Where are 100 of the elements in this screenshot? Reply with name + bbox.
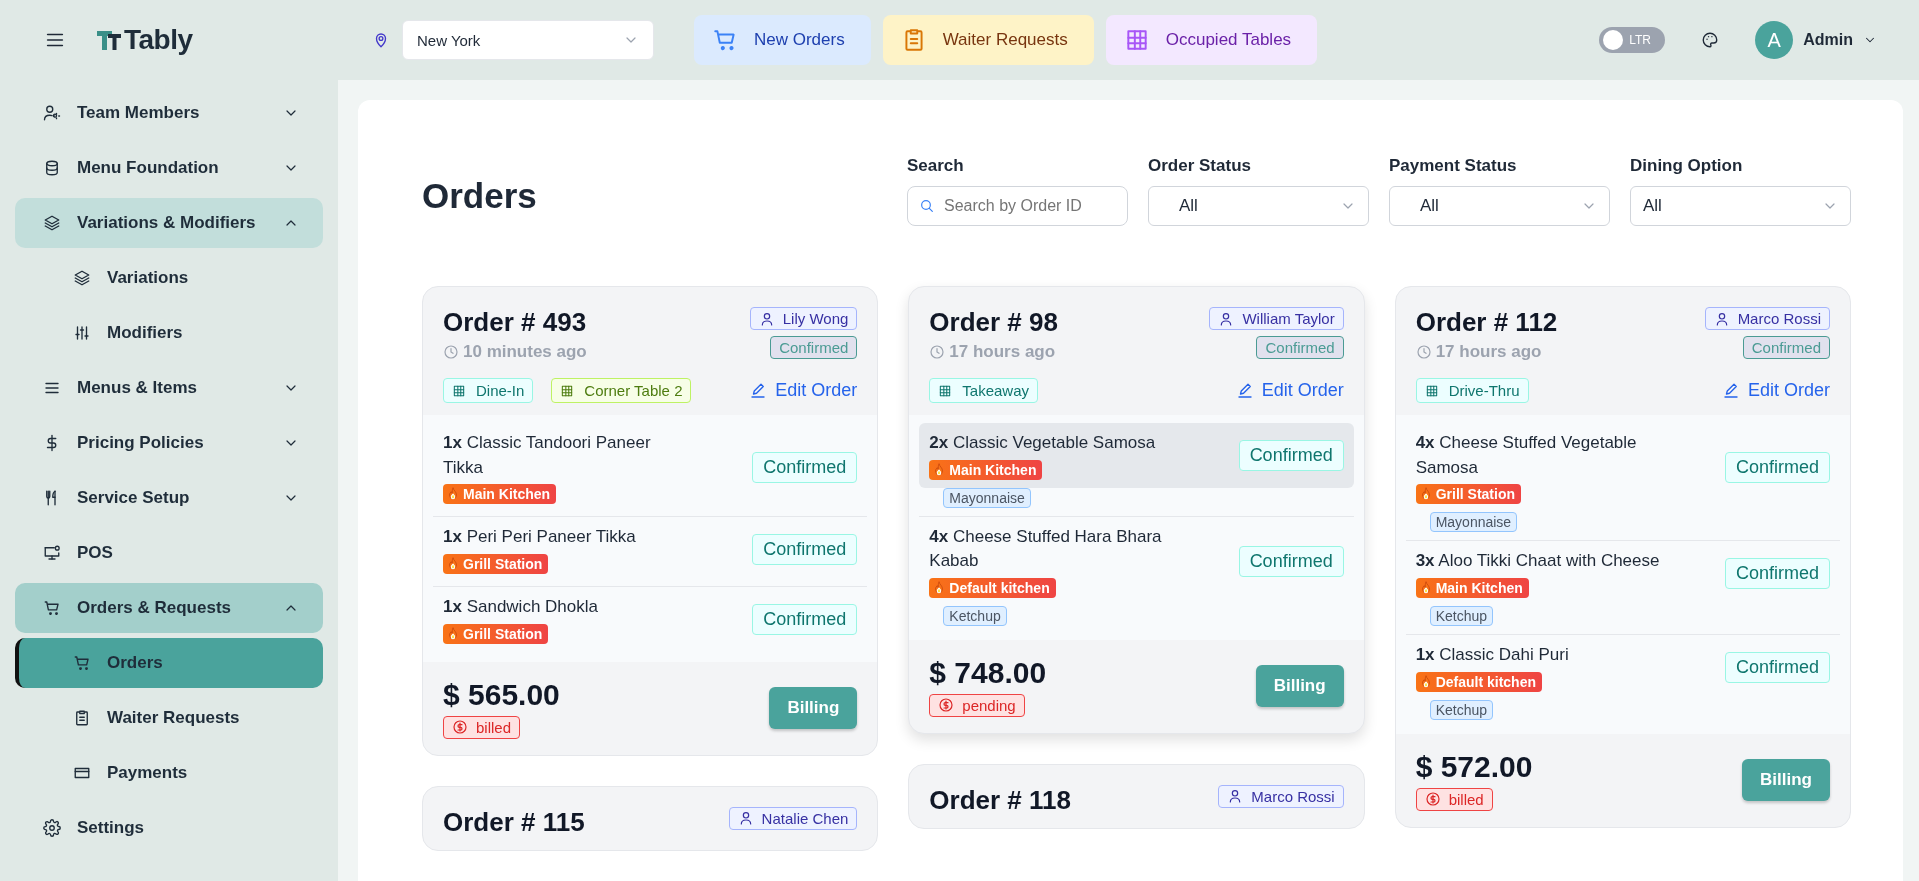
clipboard-icon: [73, 709, 91, 727]
item-status-badge: Confirmed: [1724, 651, 1830, 683]
time-text: 17 hours ago: [1435, 342, 1542, 362]
search-field[interactable]: Search by Order ID: [907, 186, 1128, 226]
item-name: 3x Aloo Tikki Chaat with Cheese: [1415, 550, 1660, 573]
sidebar-subitem[interactable]: Modifiers: [15, 308, 323, 358]
user-gear-icon: [43, 104, 61, 122]
sidebar-item[interactable]: Pricing Policies: [15, 418, 323, 468]
monitor-icon: [43, 544, 61, 562]
settings-icon: [43, 819, 61, 837]
modifier-chip: Mayonnaise: [943, 487, 1031, 508]
item-name: 1x Peri Peri Paneer Tikka: [443, 526, 636, 549]
sidebar-item[interactable]: Team Members: [15, 88, 323, 138]
tag-label: Drive-Thru: [1448, 382, 1520, 399]
filter-label: Order Status: [1148, 156, 1252, 176]
filter-label: Payment Status: [1389, 156, 1518, 176]
sidebar-item[interactable]: Service Setup: [15, 473, 323, 523]
cart-icon: [73, 654, 91, 672]
quick-action-button[interactable]: Waiter Requests: [882, 15, 1094, 65]
item-status-badge: Confirmed: [1238, 545, 1344, 577]
item-status-badge: Confirmed: [752, 452, 858, 484]
payment-status: billed: [1448, 790, 1484, 808]
sidebar-subitem[interactable]: Waiter Requests: [15, 693, 323, 743]
item-name: 4x Cheese Stuffed Hara Bhara Kabab: [929, 525, 1163, 573]
quick-action-button[interactable]: New Orders: [694, 15, 871, 65]
filter-label: Search: [907, 156, 965, 176]
waiter-name: William Taylor: [1242, 310, 1335, 327]
modifier-chip: Mayonnaise: [1429, 512, 1518, 533]
filter-select[interactable]: All: [1148, 186, 1369, 226]
edit-order-link[interactable]: Edit Order: [1235, 380, 1344, 401]
station-name: Main Kitchen: [463, 486, 551, 503]
modifier-chip: Ketchup: [1429, 605, 1494, 626]
location-select[interactable]: New York: [402, 20, 654, 60]
waiter-name: Lily Wong: [782, 310, 849, 327]
tag-label: Corner Table 2: [584, 382, 683, 399]
sidebar-subitem[interactable]: Variations: [15, 253, 323, 303]
sidebar-subitem[interactable]: Payments: [15, 748, 323, 798]
layers-icon: [43, 214, 61, 232]
sidebar-subitem[interactable]: Orders: [15, 638, 323, 688]
search-icon: [919, 198, 935, 214]
order-status-badge: Confirmed: [1256, 336, 1344, 359]
item-name: 4x Cheese Stuffed Vegetable Samosa: [1415, 432, 1638, 479]
order-status-badge: Confirmed: [1742, 336, 1830, 359]
modifier-chip: Ketchup: [1429, 699, 1494, 720]
cart-icon: [43, 599, 61, 617]
station-name: Default kitchen: [949, 579, 1050, 596]
order-total: $ 572.00: [1415, 749, 1533, 784]
station-name: Grill Station: [1435, 486, 1515, 503]
waiter-name: Natalie Chen: [761, 809, 849, 827]
waiter-name: Marco Rossi: [1251, 787, 1335, 805]
item-name: 1x Classic Dahi Puri: [1415, 643, 1569, 666]
waiter-name: Marco Rossi: [1737, 310, 1821, 327]
item-status-badge: Confirmed: [752, 603, 858, 635]
sidebar-item[interactable]: Orders & Requests: [15, 583, 323, 633]
filter-label: Dining Option: [1630, 156, 1744, 176]
item-name: 1x Classic Tandoori Paneer Tikka: [443, 432, 652, 479]
sidebar-item[interactable]: POS: [15, 528, 323, 578]
pencil-icon: [1235, 381, 1254, 400]
item-status-badge: Confirmed: [1724, 452, 1830, 484]
tag-label: Dine-In: [476, 382, 525, 399]
flame-icon: [446, 625, 460, 642]
table-grid-icon: [938, 383, 953, 398]
item-name: 2x Classic Vegetable Samosa: [929, 432, 1156, 454]
logo-icon: [96, 28, 122, 52]
order-number: Order # 112: [1415, 307, 1558, 338]
pencil-icon: [749, 381, 768, 400]
payment-status: pending: [962, 696, 1016, 714]
clock-icon: [443, 344, 459, 360]
sliders-icon: [73, 324, 91, 342]
modifier-chip: Ketchup: [943, 605, 1007, 626]
avatar: A: [1755, 21, 1794, 59]
sidebar-item[interactable]: Menus & Items: [15, 363, 323, 413]
payment-status: billed: [476, 718, 512, 736]
table-grid-icon: [560, 383, 575, 398]
station-name: Main Kitchen: [949, 461, 1037, 478]
order-number: Order # 115: [443, 806, 585, 838]
quick-action-button[interactable]: Occupied Tables: [1105, 15, 1318, 65]
brand-name: Tably: [124, 24, 193, 56]
pencil-icon: [1721, 381, 1740, 400]
filter-select[interactable]: All: [1389, 186, 1610, 226]
edit-order-link[interactable]: Edit Order: [749, 380, 858, 401]
order-number: Order # 98: [929, 307, 1058, 338]
item-name: 1x Sandwich Dhokla: [443, 595, 598, 618]
filter-select[interactable]: All: [1630, 186, 1851, 226]
palette-icon[interactable]: [1701, 31, 1720, 49]
station-name: Main Kitchen: [1435, 579, 1523, 596]
sidebar-item[interactable]: Settings: [15, 803, 323, 853]
sidebar-item[interactable]: Variations & Modifiers: [15, 198, 323, 248]
time-text: 10 minutes ago: [463, 342, 587, 362]
tag-label: Takeaway: [962, 382, 1030, 399]
table-grid-icon: [1424, 383, 1439, 398]
time-text: 17 hours ago: [949, 342, 1056, 362]
item-status-badge: Confirmed: [752, 534, 858, 566]
user-menu[interactable]: A Admin: [1755, 21, 1877, 59]
clock-icon: [929, 344, 946, 360]
layers-icon: [73, 269, 91, 287]
sidebar-item[interactable]: Menu Foundation: [15, 143, 323, 193]
station-name: Grill Station: [463, 625, 543, 642]
clock-icon: [1415, 344, 1432, 360]
edit-order-link[interactable]: Edit Order: [1721, 380, 1830, 401]
